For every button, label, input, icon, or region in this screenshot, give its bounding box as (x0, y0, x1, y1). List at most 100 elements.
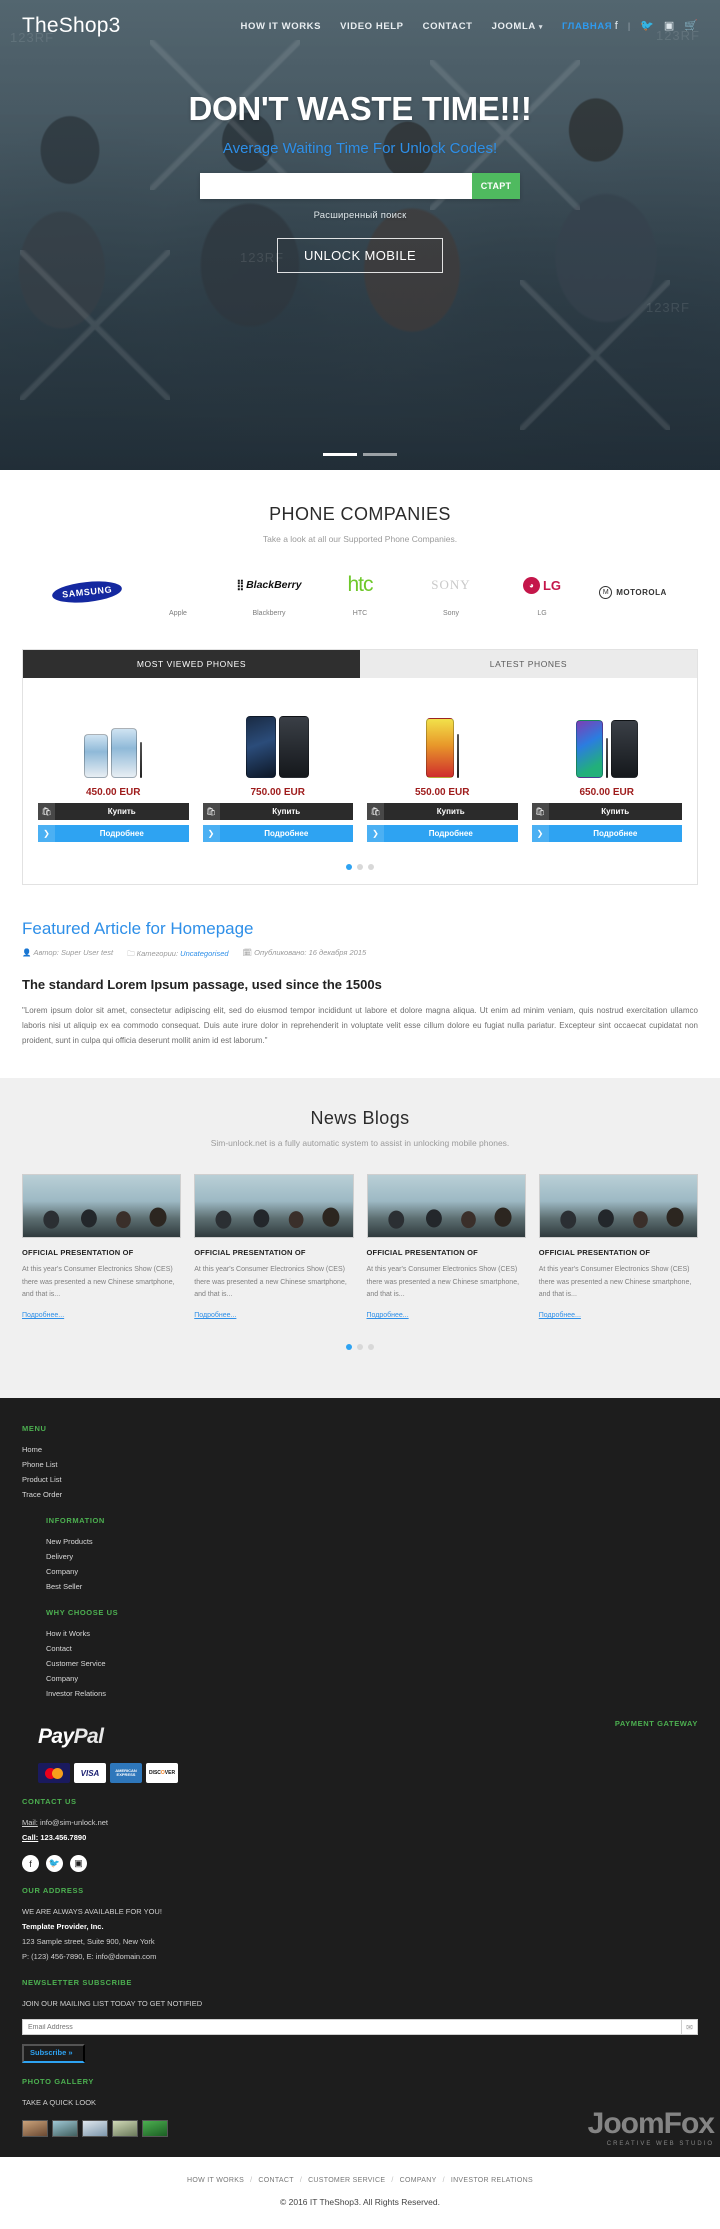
news-card: OFFICIAL PRESENTATION OF At this year's … (22, 1174, 182, 1322)
footer-phone-email: P: (123) 456-7890, E: info@domain.com (22, 1952, 157, 1962)
nav-how-it-works[interactable]: HOW IT WORKS (241, 21, 322, 32)
chevron-down-icon: ▾ (538, 23, 543, 31)
footer-link-product-list[interactable]: Product List (22, 1472, 698, 1487)
company-htc[interactable]: htc HTC (317, 570, 403, 617)
product-image (203, 692, 354, 778)
footer-link-company-2[interactable]: Company (46, 1671, 698, 1686)
article-body: "Lorem ipsum dolor sit amet, consectetur… (22, 1006, 698, 1045)
product-dot-3[interactable] (368, 864, 374, 870)
buy-button[interactable]: 🛍 Купить (202, 803, 353, 820)
news-card-title[interactable]: OFFICIAL PRESENTATION OF (367, 1248, 526, 1257)
company-blackberry[interactable]: ⣿ BlackBerry Blackberry (226, 570, 312, 617)
bottom-link-contact[interactable]: CONTACT (258, 2177, 293, 2184)
nav-joomla[interactable]: JOOMLA ▾ (492, 21, 543, 32)
chevron-right-icon: ❯ (531, 825, 549, 842)
buy-button[interactable]: 🛍 Купить (531, 803, 682, 820)
footer-link-home[interactable]: Home (22, 1442, 698, 1457)
company-sony[interactable]: SONY Sony (408, 570, 494, 617)
footer-link-contact[interactable]: Contact (46, 1641, 698, 1656)
hero-slide-dot-2[interactable] (363, 453, 397, 456)
search-input[interactable] (200, 173, 472, 199)
newsletter-email-input[interactable] (22, 2019, 682, 2036)
nav-contact[interactable]: CONTACT (423, 21, 473, 32)
news-dot-1[interactable] (346, 1344, 352, 1351)
footer-link-company[interactable]: Company (46, 1564, 698, 1579)
blackberry-logo-icon: ⣿ BlackBerry (236, 579, 302, 591)
news-read-more-link[interactable]: Подробнее... (22, 1312, 64, 1319)
product-card: 750.00 EUR 🛍 Купить ❯ Подробнее (196, 692, 361, 842)
buy-button[interactable]: 🛍 Купить (38, 803, 189, 820)
article-link-title[interactable]: Featured Article for Homepage (22, 919, 698, 939)
details-button[interactable]: ❯ Подробнее (367, 825, 518, 842)
news-card-title[interactable]: OFFICIAL PRESENTATION OF (22, 1248, 181, 1257)
bottom-link-how-it-works[interactable]: HOW IT WORKS (187, 2177, 244, 2184)
company-motorola[interactable]: M MOTOROLA (590, 577, 676, 617)
footer-link-customer-service[interactable]: Customer Service (46, 1656, 698, 1671)
unlock-mobile-button[interactable]: UNLOCK MOBILE (276, 238, 444, 273)
payment-gateway-label: PAYMENT GATEWAY (614, 1719, 698, 1729)
product-carousel-pagination (23, 842, 697, 884)
search-start-button[interactable]: СТАРТ (472, 173, 520, 199)
news-dot-3[interactable] (368, 1344, 374, 1351)
company-lg[interactable]: ◕ LG LG (499, 570, 585, 617)
tab-latest-phones[interactable]: LATEST PHONES (360, 650, 697, 678)
twitter-icon[interactable]: 🐦 (46, 1855, 63, 1873)
footer-link-how-it-works[interactable]: How it Works (46, 1626, 698, 1641)
hero-slide-dot-1[interactable] (323, 453, 357, 456)
gallery-thumb[interactable] (82, 2120, 108, 2138)
bottom-link-customer-service[interactable]: CUSTOMER SERVICE (308, 2177, 385, 2184)
news-card-title[interactable]: OFFICIAL PRESENTATION OF (539, 1248, 698, 1257)
gallery-thumb[interactable] (112, 2120, 138, 2138)
gallery-thumb[interactable] (142, 2120, 168, 2138)
footer-link-trace-order[interactable]: Trace Order (22, 1487, 698, 1502)
advanced-search-link[interactable]: Расширенный поиск (0, 210, 720, 221)
footer-link-phone-list[interactable]: Phone List (22, 1457, 698, 1472)
hero-subtitle: Average Waiting Time For Unlock Codes! (222, 140, 498, 157)
buy-button[interactable]: 🛍 Купить (367, 803, 518, 820)
news-read-more-link[interactable]: Подробнее... (194, 1312, 236, 1319)
instagram-icon[interactable]: ▣ (664, 20, 674, 32)
product-dot-2[interactable] (357, 864, 363, 870)
discover-icon: DISC O VER (146, 1763, 178, 1784)
news-carousel-pagination (22, 1322, 698, 1364)
nav-video-help[interactable]: VIDEO HELP (340, 21, 404, 32)
company-apple[interactable]: Apple (135, 570, 221, 617)
footer-address-heading: OUR ADDRESS (22, 1886, 84, 1896)
footer-link-delivery[interactable]: Delivery (46, 1549, 698, 1564)
tab-most-viewed-phones[interactable]: MOST VIEWED PHONES (23, 650, 360, 678)
footer-menu-heading: MENU (22, 1424, 47, 1434)
news-dot-2[interactable] (357, 1344, 363, 1351)
news-thumbnail[interactable] (22, 1174, 182, 1239)
product-dot-1[interactable] (346, 864, 352, 870)
products-panel: MOST VIEWED PHONES LATEST PHONES 450.00 … (22, 649, 698, 885)
news-thumbnail[interactable] (194, 1174, 354, 1239)
news-read-more-link[interactable]: Подробнее... (539, 1312, 581, 1319)
details-button[interactable]: ❯ Подробнее (38, 825, 189, 842)
social-links: f | 🐦 ▣ 🛒 (615, 20, 698, 32)
gallery-thumb[interactable] (52, 2120, 78, 2138)
bottom-link-investor-relations[interactable]: INVESTOR RELATIONS (451, 2177, 533, 2184)
instagram-icon[interactable]: ▣ (70, 1855, 87, 1873)
sony-logo-icon: SONY (431, 577, 471, 592)
footer-link-new-products[interactable]: New Products (46, 1534, 698, 1549)
cart-icon[interactable]: 🛒 (684, 20, 698, 32)
details-button[interactable]: ❯ Подробнее (531, 825, 682, 842)
news-card-title[interactable]: OFFICIAL PRESENTATION OF (194, 1248, 353, 1257)
bottom-link-company[interactable]: COMPANY (400, 2177, 437, 2184)
subscribe-button[interactable]: Subscribe » (22, 2044, 85, 2064)
details-button[interactable]: ❯ Подробнее (202, 825, 353, 842)
news-thumbnail[interactable] (538, 1174, 698, 1239)
twitter-icon[interactable]: 🐦 (640, 20, 654, 32)
news-read-more-link[interactable]: Подробнее... (367, 1312, 409, 1319)
facebook-icon[interactable]: f (615, 20, 618, 32)
footer-link-investor-relations[interactable]: Investor Relations (46, 1686, 698, 1701)
news-thumbnail[interactable] (366, 1174, 526, 1239)
footer-link-best-seller[interactable]: Best Seller (46, 1579, 698, 1594)
site-logo[interactable]: TheShop3 (22, 14, 121, 38)
hero-banner: 123RF 123RF 123RF 123RF TheShop3 HOW IT … (0, 0, 720, 470)
nav-home-ru[interactable]: ГЛАВНАЯ (562, 21, 612, 32)
gallery-thumb[interactable] (22, 2120, 48, 2138)
footer-call-line: Call: 123.456.7890 (22, 1833, 87, 1843)
facebook-icon[interactable]: f (22, 1855, 39, 1873)
company-samsung[interactable]: SAMSUNG (44, 577, 130, 617)
